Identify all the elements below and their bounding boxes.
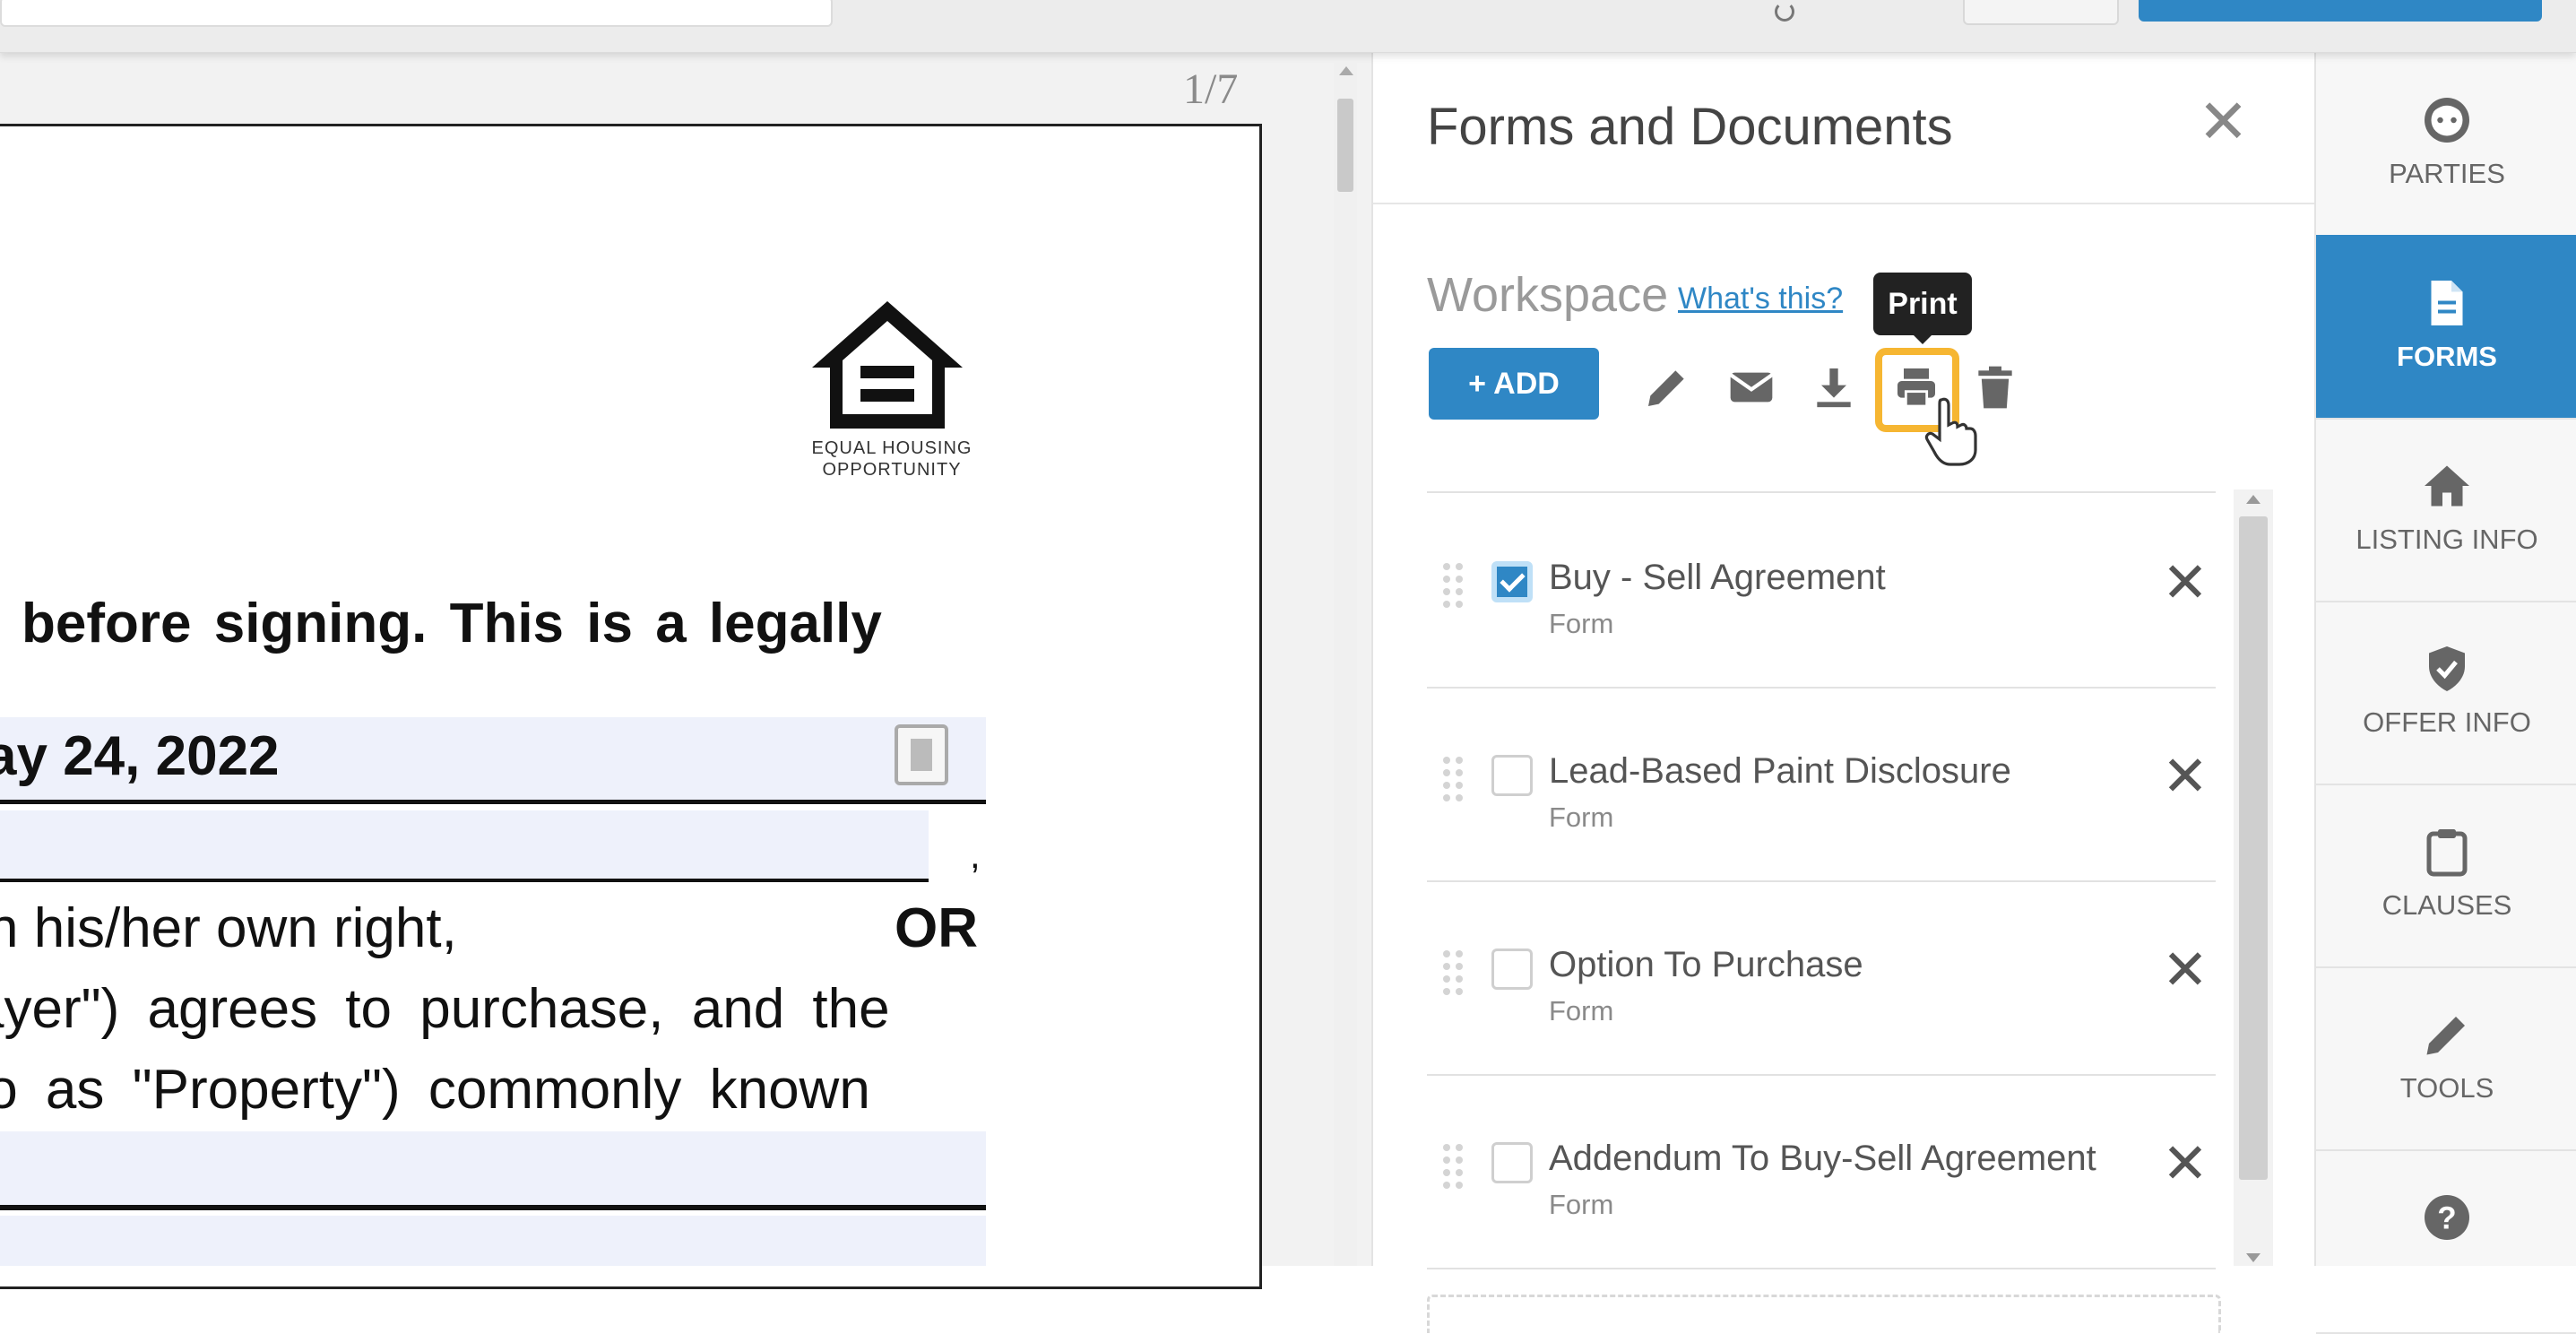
sidebar-item-label: PARTIES [2389,158,2505,189]
page-counter: 1/7 [1183,65,1239,113]
forms-panel: Forms and Documents ✕ Workspace What's t… [1371,52,2316,1333]
item-checkbox[interactable] [1491,1142,1533,1183]
sidebar-item-label: OFFER INFO [2363,706,2531,738]
document-text-line: before signing. This is a legally [22,593,882,654]
date-text: ay 24, 2022 [0,725,280,787]
divider [0,1205,986,1210]
sidebar-item-label: CLAUSES [2382,889,2512,921]
edit-pencil-icon[interactable] [1642,362,1692,412]
forms-icon [2431,281,2463,325]
close-icon[interactable]: ✕ [2198,91,2249,152]
list-item[interactable]: Lead-Based Paint Disclosure Form ✕ [1427,687,2216,882]
list-item[interactable]: Addendum To Buy-Sell Agreement Form ✕ [1427,1074,2216,1269]
email-icon[interactable] [1726,362,1776,412]
workspace-label: Workspace [1427,268,1669,322]
top-primary-button[interactable] [2139,0,2542,22]
print-tooltip: Print [1873,273,1972,344]
help-icon: ? [2425,1195,2469,1240]
sidebar-item-help[interactable]: ? [2316,1149,2576,1334]
svg-text:?: ? [2437,1201,2456,1236]
item-checkbox[interactable] [1491,561,1533,602]
right-sidebar: PARTIES FORMS LISTING INFO OFFER INFO CL… [2314,52,2576,1334]
text-field[interactable] [0,1216,986,1266]
remove-icon[interactable]: ✕ [2162,556,2209,611]
sidebar-item-listing-info[interactable]: LISTING INFO [2316,418,2576,602]
item-type: Form [1549,995,1614,1026]
logo-caption: EQUAL HOUSING OPPORTUNITY [802,437,981,481]
document-text-comma: , [970,834,981,876]
signature-field-icon[interactable] [895,724,948,785]
top-secondary-button[interactable] [1963,0,2119,25]
download-icon[interactable] [1809,362,1859,412]
sidebar-item-label: FORMS [2397,341,2497,372]
document-text-or: OR [895,897,978,959]
document-list: Buy - Sell Agreement Form ✕ Lead-Based P… [1427,437,2287,1333]
document-text-line: to as "Property") commonly known [0,1059,870,1121]
scroll-down-icon[interactable] [2246,1253,2260,1262]
sidebar-item-tools[interactable]: TOOLS [2316,966,2576,1151]
sidebar-item-label: LISTING INFO [2356,524,2538,555]
logo-caption-line: EQUAL HOUSING [811,438,972,458]
trash-icon[interactable] [1970,362,2020,412]
document-text-line: ayer") agrees to purchase, and the [0,978,890,1040]
parties-icon [2425,98,2469,143]
logo-caption-line: OPPORTUNITY [822,460,962,480]
item-name[interactable]: Option To Purchase [1549,945,1863,985]
remove-icon[interactable]: ✕ [2162,749,2209,805]
item-type: Form [1549,801,1614,833]
sidebar-item-clauses[interactable]: CLAUSES [2316,784,2576,968]
drop-zone[interactable] [1427,1295,2221,1333]
sidebar-item-label: TOOLS [2399,1072,2494,1104]
item-name[interactable]: Buy - Sell Agreement [1549,558,1886,598]
item-type: Form [1549,608,1614,639]
sidebar-item-forms[interactable]: FORMS [2316,235,2576,420]
address-field[interactable] [0,1131,986,1207]
scroll-thumb[interactable] [1337,99,1353,192]
panel-header: Forms and Documents ✕ [1373,52,2314,204]
shield-check-icon [2429,646,2465,691]
item-type: Form [1549,1189,1614,1220]
pencil-icon [2426,1017,2465,1055]
item-checkbox[interactable] [1491,755,1533,796]
scroll-up-icon[interactable] [2246,495,2260,504]
remove-icon[interactable]: ✕ [2162,943,2209,999]
search-icon[interactable] [1775,2,1794,22]
clipboard-icon [2426,829,2468,877]
list-scrollbar[interactable] [2234,489,2273,1266]
viewer-scrollbar[interactable] [1334,63,1357,1266]
equal-housing-logo-icon [812,301,963,429]
text-field[interactable] [0,810,929,882]
list-item[interactable]: Option To Purchase Form ✕ [1427,880,2216,1076]
item-checkbox[interactable] [1491,949,1533,990]
divider [0,800,986,804]
item-name[interactable]: Addendum To Buy-Sell Agreement [1549,1139,2096,1179]
document-text-line: n his/her own right, [0,897,457,959]
drag-handle-icon[interactable] [1443,1144,1470,1191]
drag-handle-icon[interactable] [1443,563,1470,610]
add-button[interactable]: + ADD [1429,348,1599,420]
panel-title: Forms and Documents [1427,98,1953,156]
sidebar-item-parties[interactable]: PARTIES [2316,52,2576,237]
sidebar-item-offer-info[interactable]: OFFER INFO [2316,601,2576,785]
drag-handle-icon[interactable] [1443,757,1470,803]
list-item[interactable]: Buy - Sell Agreement Form ✕ [1427,493,2216,689]
scroll-up-icon[interactable] [1339,66,1353,75]
drag-handle-icon[interactable] [1443,950,1470,997]
whats-this-link[interactable]: What's this? [1678,282,1843,316]
top-toolbar [0,0,2576,53]
remove-icon[interactable]: ✕ [2162,1137,2209,1192]
scroll-thumb[interactable] [2239,516,2268,1180]
top-search-field[interactable] [0,0,833,27]
divider [0,879,929,882]
home-icon [2425,465,2469,507]
item-name[interactable]: Lead-Based Paint Disclosure [1549,751,2011,792]
